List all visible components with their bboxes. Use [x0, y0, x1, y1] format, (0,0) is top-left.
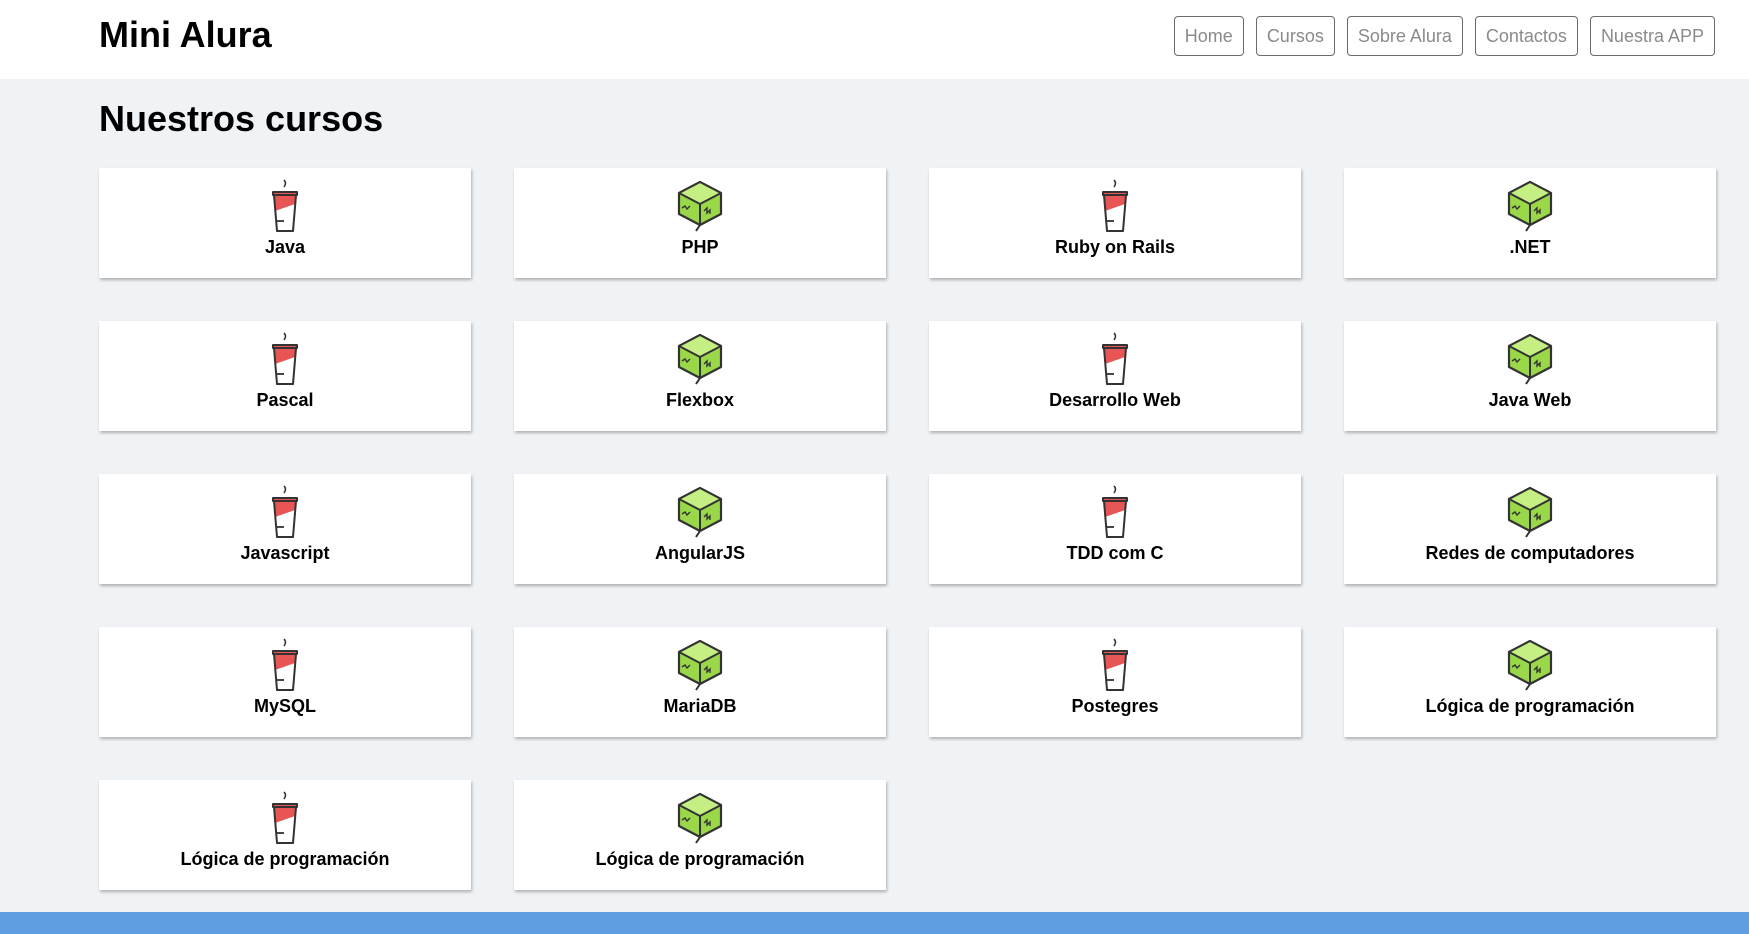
green-cube-icon: [1504, 331, 1556, 387]
course-card[interactable]: MariaDB: [514, 627, 886, 737]
site-header: Mini Alura Home Cursos Sobre Alura Conta…: [0, 0, 1749, 79]
course-label: Lógica de programación: [180, 849, 390, 869]
coffee-cup-icon: [259, 790, 311, 846]
course-card[interactable]: TDD com C: [929, 474, 1301, 584]
green-cube-icon: [674, 637, 726, 693]
course-label: Lógica de programación: [595, 849, 805, 869]
green-cube-icon: [674, 790, 726, 846]
nav-cursos-button[interactable]: Cursos: [1255, 16, 1335, 56]
course-card[interactable]: Javascript: [99, 474, 471, 584]
nav-nuestra-app-button[interactable]: Nuestra APP: [1589, 16, 1715, 56]
nav-sobre-alura-button[interactable]: Sobre Alura: [1346, 16, 1463, 56]
green-cube-icon: [674, 178, 726, 234]
course-label: PHP: [681, 237, 719, 257]
course-card[interactable]: Desarrollo Web: [929, 321, 1301, 431]
coffee-cup-icon: [1089, 331, 1141, 387]
course-label: Redes de computadores: [1425, 543, 1635, 563]
coffee-cup-icon: [1089, 484, 1141, 540]
course-grid: Java PHP Ruby on Rails .NET Pascal Flexb…: [99, 168, 1716, 890]
course-card[interactable]: Redes de computadores: [1344, 474, 1716, 584]
page-title: Nuestros cursos: [99, 98, 384, 139]
course-label: MariaDB: [663, 696, 737, 716]
course-card[interactable]: Java: [99, 168, 471, 278]
course-card[interactable]: Java Web: [1344, 321, 1716, 431]
course-label: .NET: [1509, 237, 1551, 257]
green-cube-icon: [674, 331, 726, 387]
course-label: Lógica de programación: [1425, 696, 1635, 716]
course-card[interactable]: Pascal: [99, 321, 471, 431]
coffee-cup-icon: [1089, 178, 1141, 234]
course-label: Java: [264, 237, 306, 257]
course-card[interactable]: .NET: [1344, 168, 1716, 278]
course-card[interactable]: Lógica de programación: [514, 780, 886, 890]
course-label: Postegres: [1071, 696, 1159, 716]
main-nav: Home Cursos Sobre Alura Contactos Nuestr…: [1173, 16, 1715, 56]
course-label: Javascript: [240, 543, 330, 563]
green-cube-icon: [1504, 637, 1556, 693]
nav-home-button[interactable]: Home: [1173, 16, 1244, 56]
course-card[interactable]: MySQL: [99, 627, 471, 737]
course-label: MySQL: [253, 696, 316, 716]
coffee-cup-icon: [259, 178, 311, 234]
course-card[interactable]: PHP: [514, 168, 886, 278]
course-label: AngularJS: [654, 543, 746, 563]
coffee-cup-icon: [259, 484, 311, 540]
green-cube-icon: [1504, 484, 1556, 540]
course-label: Desarrollo Web: [1049, 390, 1181, 410]
course-card[interactable]: AngularJS: [514, 474, 886, 584]
course-label: TDD com C: [1066, 543, 1164, 563]
course-label: Pascal: [256, 390, 314, 410]
site-logo[interactable]: Mini Alura: [99, 14, 272, 56]
course-card[interactable]: Ruby on Rails: [929, 168, 1301, 278]
coffee-cup-icon: [259, 637, 311, 693]
coffee-cup-icon: [1089, 637, 1141, 693]
course-label: Flexbox: [665, 390, 735, 410]
course-card[interactable]: Lógica de programación: [99, 780, 471, 890]
course-label: Java Web: [1488, 390, 1572, 410]
course-card[interactable]: Flexbox: [514, 321, 886, 431]
green-cube-icon: [1504, 178, 1556, 234]
coffee-cup-icon: [259, 331, 311, 387]
course-card[interactable]: Lógica de programación: [1344, 627, 1716, 737]
course-label: Ruby on Rails: [1054, 237, 1175, 257]
course-card[interactable]: Postegres: [929, 627, 1301, 737]
green-cube-icon: [674, 484, 726, 540]
footer-bar: [0, 912, 1749, 934]
nav-contactos-button[interactable]: Contactos: [1474, 16, 1578, 56]
